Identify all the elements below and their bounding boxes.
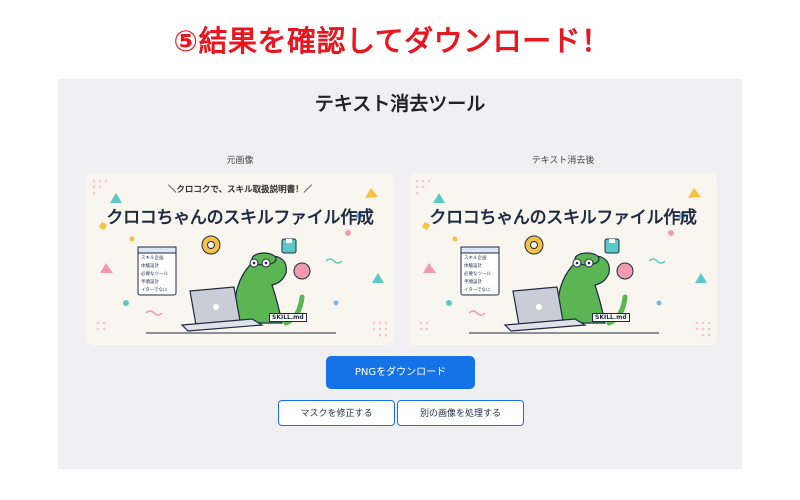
edit-mask-button[interactable]: マスクを修正する — [278, 400, 395, 426]
banner-menu-item: 体験設計 — [141, 264, 159, 269]
banner-menu-item: 手順設計 — [141, 280, 159, 285]
banner-menu-item: 必要なツール — [141, 272, 168, 277]
file-tag: SKILL.md — [592, 313, 630, 322]
banner-illustration — [86, 173, 394, 345]
banner-menu-item: 必要なツール — [464, 272, 491, 277]
page-root: ⑤結果を確認してダウンロード！ テキスト消去ツール 元画像 テキスト消去後 ＼ク… — [0, 0, 800, 500]
banner-title: クロコちゃんのスキルファイル作成 — [429, 208, 697, 228]
banner-menu-item: スキル企画 — [141, 256, 164, 261]
banner-title: クロコちゃんのスキルファイル作成 — [106, 208, 374, 228]
result-image-label: テキスト消去後 — [531, 156, 595, 166]
result-image: クロコちゃんのスキルファイル作成 スキル企画 体験設計 必要なツール 手順設計 … — [409, 173, 717, 345]
banner-menu-item: イターでなに — [464, 288, 491, 293]
original-image: ＼クロコクで、スキル取扱説明書！／ クロコちゃんのスキルファイル作成 スキル企画… — [86, 173, 394, 345]
banner-menu-item: スキル企画 — [464, 256, 487, 261]
original-image-label: 元画像 — [226, 156, 254, 166]
tool-title: テキスト消去ツール — [314, 93, 486, 115]
banner-illustration — [409, 173, 717, 345]
tool-panel: テキスト消去ツール 元画像 テキスト消去後 ＼クロコクで、スキル取扱説明書！／ … — [58, 79, 742, 469]
banner-subtitle: ＼クロコクで、スキル取扱説明書！／ — [167, 185, 313, 195]
process-other-image-button[interactable]: 別の画像を処理する — [397, 400, 524, 426]
banner-menu-list: スキル企画 体験設計 必要なツール 手順設計 イターでなに — [141, 255, 168, 295]
step-heading: ⑤結果を確認してダウンロード！ — [173, 24, 611, 58]
banner-menu-item: イターでなに — [141, 288, 168, 293]
download-png-button[interactable]: PNGをダウンロード — [326, 356, 475, 389]
banner-menu-item: 手順設計 — [464, 280, 482, 285]
file-tag: SKILL.md — [269, 313, 307, 322]
banner-menu-item: 体験設計 — [464, 264, 482, 269]
banner-menu-list: スキル企画 体験設計 必要なツール 手順設計 イターでなに — [464, 255, 491, 295]
